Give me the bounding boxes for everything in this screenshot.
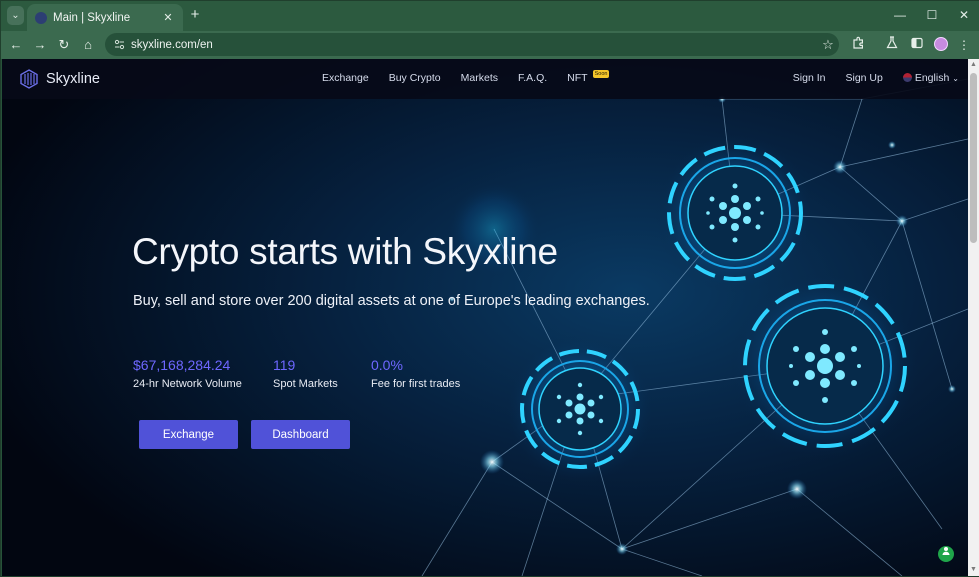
new-tab-button[interactable]: + [187,7,203,23]
support-chat-icon[interactable] [938,546,954,562]
site-info-icon[interactable] [113,39,125,51]
tab-strip: ⌄ Main | Skyxline ✕ + — ☐ ✕ [1,1,979,31]
sign-up-link[interactable]: Sign Up [845,72,882,84]
tab-title: Main | Skyxline [53,11,131,24]
nav-nft-label: NFT [567,72,588,84]
brand-name: Skyxline [46,71,100,87]
scroll-down-arrow-icon[interactable]: ▼ [968,564,979,576]
dashboard-button[interactable]: Dashboard [251,420,350,449]
labs-flask-icon[interactable] [883,36,901,54]
home-button[interactable]: ⌂ [79,36,97,54]
stat-first-trade-fee: 0.0% Fee for first trades [371,357,460,390]
hero-title: Crypto starts with Skyxline [132,231,558,272]
language-label: English [914,72,950,84]
skyxline-logo-icon [20,69,38,89]
scrollbar-thumb[interactable] [970,73,977,243]
sign-in-link[interactable]: Sign In [793,72,826,84]
browser-window: ⌄ Main | Skyxline ✕ + — ☐ ✕ ← → ↻ ⌂ skyx… [0,0,979,577]
auth-navigation: Sign In Sign Up English ⌄ [773,72,959,84]
side-panel-icon[interactable] [908,36,926,54]
stat-value: 0.0% [371,357,403,373]
exchange-button[interactable]: Exchange [139,420,238,449]
window-controls: — ☐ ✕ [884,1,979,31]
soon-badge: Soon [592,70,610,78]
chevron-down-icon: ⌄ [952,74,959,83]
forward-button[interactable]: → [31,36,49,54]
tab-search-button[interactable]: ⌄ [7,6,24,25]
stat-spot-markets: 119 Spot Markets [273,357,338,390]
site-logo[interactable]: Skyxline [19,69,100,89]
tab-favicon-icon [35,11,47,24]
us-flag-icon [902,73,912,82]
hero-subtitle: Buy, sell and store over 200 digital ass… [133,293,650,309]
maximize-button[interactable]: ☐ [916,1,948,29]
scroll-up-arrow-icon[interactable]: ▲ [968,59,979,71]
page-scrollbar[interactable]: ▲ ▼ [968,59,979,576]
stat-label: Spot Markets [273,378,338,390]
browser-toolbar: ← → ↻ ⌂ skyxline.com/en ☆ ⋮ [1,31,979,59]
site-header: Skyxline Exchange Buy Crypto Markets F.A… [2,59,968,99]
browser-menu-icon[interactable]: ⋮ [955,36,973,54]
minimize-button[interactable]: — [884,1,916,29]
browser-tab-main[interactable]: Main | Skyxline ✕ [27,4,183,31]
extensions-icon[interactable] [849,36,867,54]
url-text[interactable]: skyxline.com/en [131,39,817,51]
stat-network-volume: $67,168,284.24 24-hr Network Volume [133,357,242,390]
stat-value: 119 [273,357,296,373]
nav-markets[interactable]: Markets [461,72,498,84]
back-button[interactable]: ← [7,36,25,54]
reload-button[interactable]: ↻ [55,36,73,54]
language-selector[interactable]: English ⌄ [902,72,959,84]
stat-label: Fee for first trades [371,378,461,390]
main-navigation: Exchange Buy Crypto Markets F.A.Q. NFT So… [322,70,629,84]
tab-close-icon[interactable]: ✕ [161,11,175,24]
nav-faq[interactable]: F.A.Q. [518,72,547,84]
nav-buy-crypto[interactable]: Buy Crypto [389,72,441,84]
nav-exchange[interactable]: Exchange [322,72,369,84]
page-viewport: Skyxline Exchange Buy Crypto Markets F.A… [2,59,968,576]
bookmark-star-icon[interactable]: ☆ [817,37,839,53]
hero-network-illustration [2,59,968,576]
nav-nft[interactable]: NFT Soon [567,70,610,84]
stat-label: 24-hr Network Volume [133,378,242,390]
profile-avatar[interactable] [934,37,948,51]
address-bar[interactable]: skyxline.com/en ☆ [105,33,839,56]
close-window-button[interactable]: ✕ [948,1,979,29]
stat-value: $67,168,284.24 [133,357,231,373]
